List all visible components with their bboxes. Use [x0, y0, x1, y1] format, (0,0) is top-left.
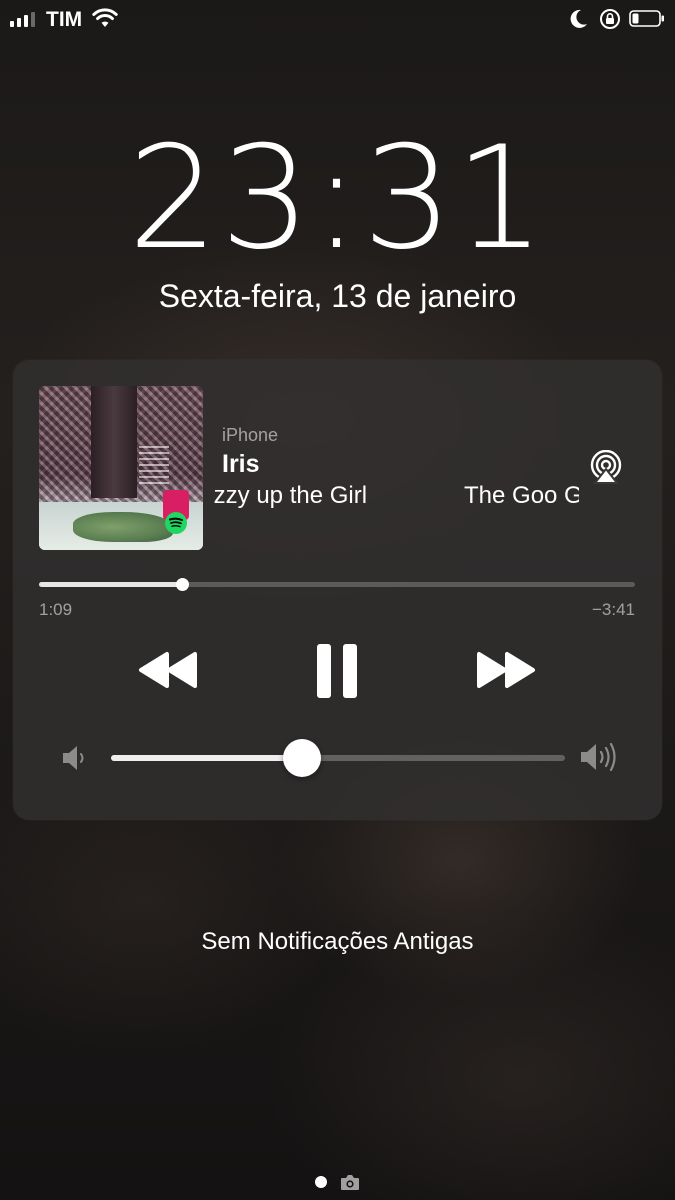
signal-bar: [10, 21, 14, 27]
airplay-icon[interactable]: [589, 450, 623, 484]
battery-icon: [629, 10, 664, 27]
signal-bar: [31, 12, 35, 27]
wifi-icon: [92, 8, 118, 27]
previous-track-button[interactable]: [137, 650, 199, 690]
next-track-button[interactable]: [475, 650, 537, 690]
volume-handle[interactable]: [282, 739, 321, 777]
carrier-name: TIM: [46, 8, 83, 31]
track-title: Iris: [222, 450, 260, 478]
volume-level: [111, 755, 302, 761]
signal-bar: [24, 15, 28, 27]
artist-name: The Goo Goo Dolls: [464, 482, 579, 509]
lock-screen: TIM 23:31 Sexta-feira, 13 de janeiro iPh…: [0, 0, 675, 1200]
scrubber-handle[interactable]: [176, 578, 190, 591]
spotify-icon: [165, 512, 187, 534]
signal-icon: [10, 12, 35, 27]
album-artist-marquee: Dizzy up the Girl The Goo Goo Dolls: [213, 482, 579, 516]
signal-bar: [17, 18, 21, 27]
remaining-time: −3:41: [591, 600, 635, 619]
status-bar: TIM: [0, 0, 675, 40]
playback-source-label: iPhone: [222, 425, 279, 445]
empty-notifications-message: Sem Notificações Antigas: [201, 928, 474, 955]
volume-low-icon: [63, 746, 84, 770]
album-artwork[interactable]: [39, 386, 203, 550]
now-playing-card[interactable]: iPhone Iris Dizzy up the Girl The Goo Go…: [13, 360, 662, 820]
camera-icon[interactable]: [340, 1173, 360, 1191]
lock-clock-date: Sexta-feira, 13 de janeiro: [158, 278, 517, 314]
volume-high-icon: [581, 742, 616, 772]
page-indicator-dot: [315, 1176, 327, 1188]
volume-slider[interactable]: [111, 739, 565, 777]
do-not-disturb-moon-icon: [570, 9, 587, 28]
rotation-lock-icon: [600, 9, 620, 29]
playback-scrubber[interactable]: [39, 578, 635, 591]
scrubber-progress: [39, 582, 183, 587]
elapsed-time: 1:09: [39, 600, 73, 619]
album-name: Dizzy up the Girl: [213, 482, 368, 509]
pause-button[interactable]: [313, 642, 361, 700]
lock-clock-time: 23:31: [127, 116, 548, 281]
